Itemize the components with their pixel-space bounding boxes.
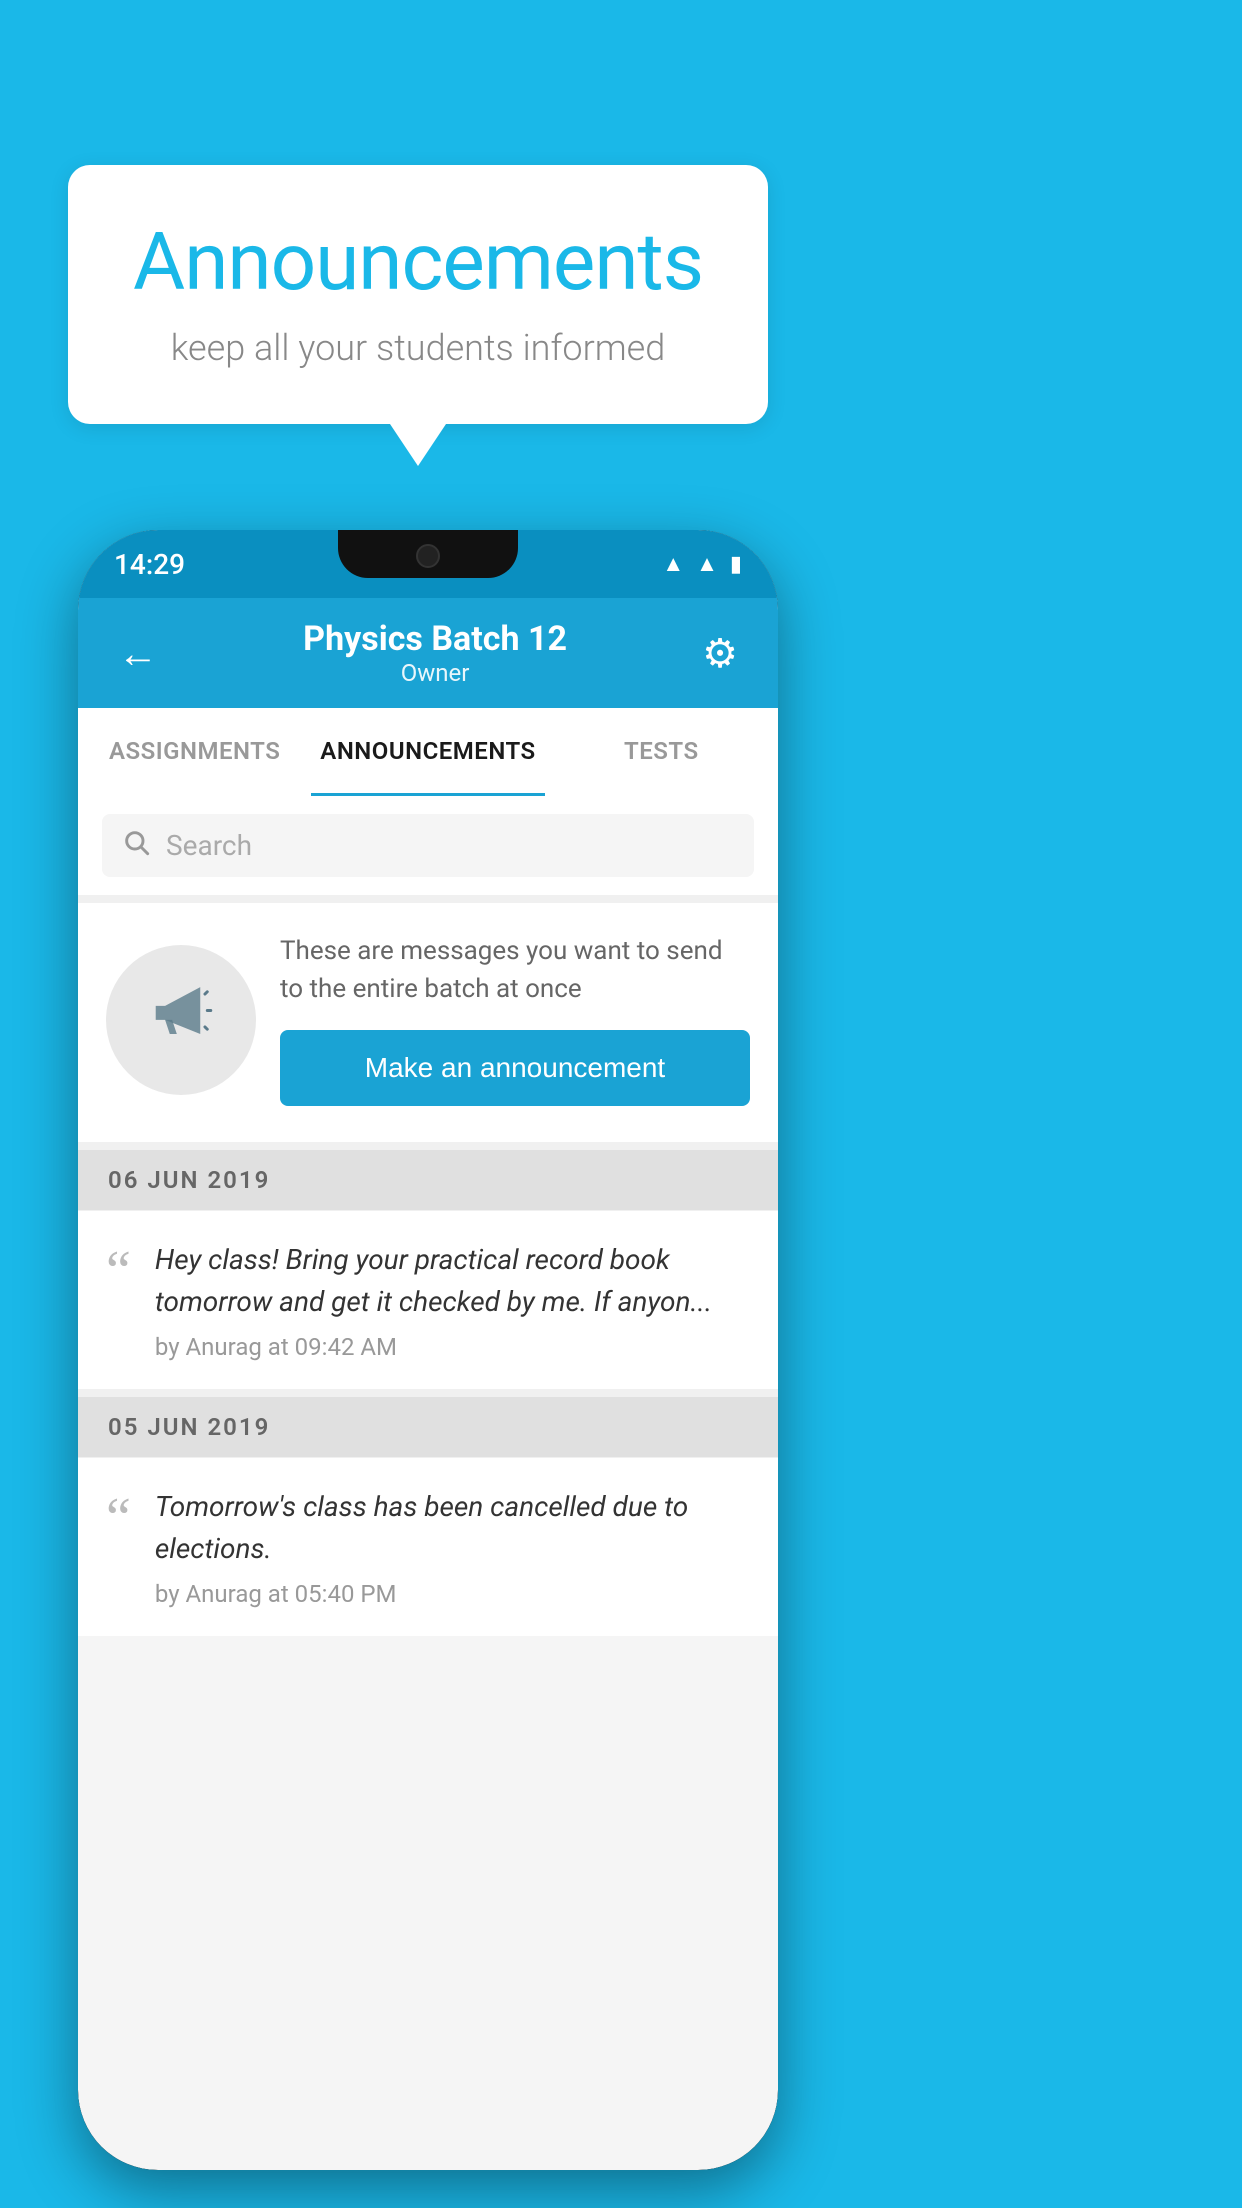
content-area: Search Th	[78, 796, 778, 1636]
tab-assignments[interactable]: ASSIGNMENTS	[78, 708, 311, 796]
search-container: Search	[78, 796, 778, 895]
status-time: 14:29	[114, 548, 185, 581]
announcement-content-2: Tomorrow's class has been cancelled due …	[155, 1486, 750, 1608]
app-bar-subtitle: Owner	[178, 659, 692, 687]
announcement-item-2[interactable]: “ Tomorrow's class has been cancelled du…	[78, 1458, 778, 1636]
back-button[interactable]: ←	[108, 620, 168, 687]
status-icons: ▲ ▲ ▮	[662, 551, 742, 577]
megaphone-icon	[144, 973, 219, 1066]
tab-tests[interactable]: TESTS	[545, 708, 778, 796]
quote-icon-2: “	[106, 1486, 131, 1546]
search-placeholder: Search	[166, 829, 252, 862]
announcement-meta-2: by Anurag at 05:40 PM	[155, 1580, 750, 1608]
announcement-icon-circle	[106, 945, 256, 1095]
announcement-item-1[interactable]: “ Hey class! Bring your practical record…	[78, 1211, 778, 1389]
announcement-text-2: Tomorrow's class has been cancelled due …	[155, 1486, 750, 1570]
phone-screen: 14:29 ▲ ▲ ▮ ← Physics Batch 12 Owner ⚙ A…	[78, 530, 778, 2170]
camera-notch	[416, 544, 440, 568]
phone-frame: 14:29 ▲ ▲ ▮ ← Physics Batch 12 Owner ⚙ A…	[78, 530, 778, 2170]
date-separator-june5: 05 JUN 2019	[78, 1397, 778, 1457]
app-bar-title-section: Physics Batch 12 Owner	[178, 619, 692, 687]
settings-button[interactable]: ⚙	[692, 620, 748, 687]
search-icon	[122, 828, 150, 863]
wifi-icon: ▲	[662, 551, 684, 577]
announcement-text-1: Hey class! Bring your practical record b…	[155, 1239, 750, 1323]
app-bar-title: Physics Batch 12	[178, 619, 692, 659]
speech-bubble: Announcements keep all your students inf…	[68, 165, 768, 424]
bubble-subtitle: keep all your students informed	[128, 327, 708, 369]
announcement-content-1: Hey class! Bring your practical record b…	[155, 1239, 750, 1361]
search-bar[interactable]: Search	[102, 814, 754, 877]
date-separator-june6: 06 JUN 2019	[78, 1150, 778, 1210]
battery-icon: ▮	[730, 552, 742, 577]
app-bar: ← Physics Batch 12 Owner ⚙	[78, 598, 778, 708]
promo-right: These are messages you want to send to t…	[280, 933, 750, 1106]
bubble-title: Announcements	[128, 215, 708, 309]
promo-card: These are messages you want to send to t…	[78, 903, 778, 1142]
phone-notch	[338, 530, 518, 578]
announcement-meta-1: by Anurag at 09:42 AM	[155, 1333, 750, 1361]
quote-icon-1: “	[106, 1239, 131, 1299]
tabs-bar: ASSIGNMENTS ANNOUNCEMENTS TESTS	[78, 708, 778, 796]
make-announcement-button[interactable]: Make an announcement	[280, 1030, 750, 1106]
tab-announcements[interactable]: ANNOUNCEMENTS	[311, 708, 544, 796]
signal-icon: ▲	[696, 551, 718, 577]
promo-description: These are messages you want to send to t…	[280, 933, 750, 1008]
